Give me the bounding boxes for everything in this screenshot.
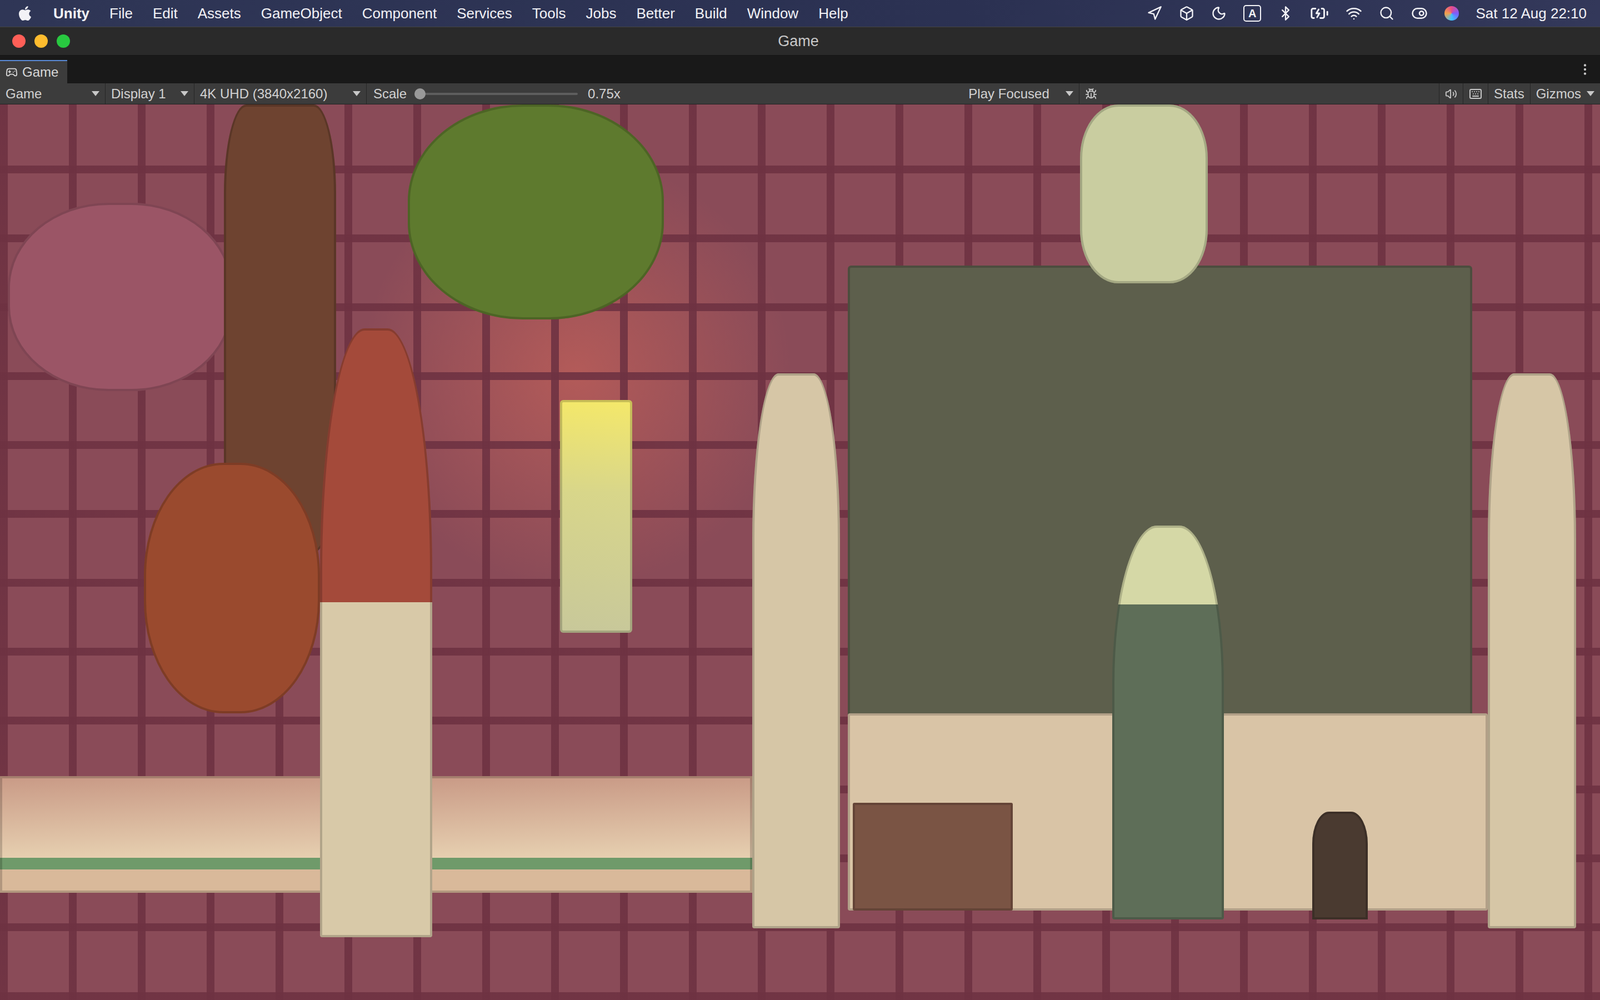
red-tower bbox=[320, 328, 433, 938]
scale-reading: 0.75x bbox=[587, 86, 621, 102]
slider-thumb[interactable] bbox=[414, 88, 426, 100]
menu-bar: Unity File Edit Assets GameObject Component Se… bbox=[0, 0, 1600, 27]
clock[interactable]: Sat 12 Aug 22:10 bbox=[1475, 5, 1587, 23]
shortcuts-button[interactable] bbox=[1462, 83, 1488, 104]
menu-item[interactable]: GameObject bbox=[261, 5, 343, 23]
screen: Unity File Edit Assets GameObject Component Se… bbox=[0, 0, 1600, 1000]
debug-button[interactable] bbox=[1079, 83, 1103, 104]
gamepad-icon bbox=[5, 66, 18, 79]
keyboard-icon[interactable] bbox=[1468, 87, 1483, 101]
menu-item[interactable]: Jobs bbox=[586, 5, 617, 23]
castle-chimney bbox=[1080, 104, 1208, 284]
menu-item[interactable]: Services bbox=[456, 5, 513, 23]
center-tower bbox=[1112, 525, 1225, 920]
app-menu[interactable]: Unity bbox=[53, 5, 90, 23]
scale-control: Scale 0.75x bbox=[366, 83, 628, 104]
wifi-icon[interactable] bbox=[1345, 5, 1363, 22]
location-icon[interactable] bbox=[1146, 5, 1163, 22]
close-icon[interactable] bbox=[12, 34, 26, 48]
menu-item[interactable]: Window bbox=[747, 5, 799, 23]
minimize-icon[interactable] bbox=[34, 34, 48, 48]
control-center-icon[interactable] bbox=[1411, 5, 1428, 22]
menu-item[interactable]: File bbox=[109, 5, 133, 23]
title-bar: Game bbox=[0, 26, 1600, 56]
green-tree bbox=[407, 104, 664, 320]
apple-icon[interactable] bbox=[16, 5, 34, 22]
scale-label: Scale bbox=[373, 86, 407, 102]
resolution-dropdown[interactable]: 4K UHD (3840x2160) bbox=[194, 83, 367, 104]
unity-icon[interactable] bbox=[1178, 5, 1195, 22]
speaker-icon[interactable] bbox=[1445, 87, 1458, 100]
menu-item[interactable]: Component bbox=[362, 5, 437, 23]
menu-item[interactable]: Help bbox=[818, 5, 848, 23]
menu-item[interactable]: Assets bbox=[197, 5, 242, 23]
toolbar-button[interactable]: Stats bbox=[1487, 83, 1530, 104]
game-view-rendered-scene[interactable] bbox=[0, 104, 1600, 1000]
input-source[interactable]: A bbox=[1243, 5, 1262, 22]
tab[interactable]: Game bbox=[0, 60, 68, 84]
menu-item[interactable]: Tools bbox=[532, 5, 567, 23]
menu-item[interactable]: Build bbox=[695, 5, 728, 23]
menu-item[interactable]: Better bbox=[636, 5, 675, 23]
door bbox=[1312, 811, 1369, 919]
more-icon[interactable] bbox=[1577, 62, 1593, 77]
siri-icon[interactable] bbox=[1444, 6, 1459, 21]
view-dropdown[interactable]: Game bbox=[0, 83, 106, 104]
scale-slider[interactable] bbox=[416, 92, 578, 95]
window-title: Game bbox=[70, 32, 1527, 50]
wooden-crate bbox=[852, 802, 1013, 910]
mute-button[interactable] bbox=[1438, 83, 1463, 104]
menu-item[interactable]: Edit bbox=[152, 5, 178, 23]
search-icon[interactable] bbox=[1378, 5, 1395, 22]
bluetooth-icon[interactable] bbox=[1277, 5, 1294, 22]
toolbar-button[interactable]: Gizmos bbox=[1530, 83, 1600, 104]
tab-bar: Game bbox=[0, 55, 1600, 84]
orange-tree bbox=[143, 462, 320, 714]
candle-stack bbox=[560, 400, 633, 633]
tab-menu[interactable] bbox=[1577, 62, 1593, 77]
play-mode-dropdown[interactable]: Play Focused bbox=[962, 83, 1080, 104]
right-tower bbox=[1487, 373, 1576, 929]
focus-icon[interactable] bbox=[1211, 5, 1227, 22]
bug-icon[interactable] bbox=[1085, 87, 1098, 100]
battery-icon[interactable] bbox=[1310, 3, 1329, 23]
zoom-icon[interactable] bbox=[56, 34, 70, 48]
display-dropdown[interactable]: Display 1 bbox=[105, 83, 195, 104]
pink-tree bbox=[7, 202, 232, 392]
left-tower bbox=[752, 373, 840, 929]
game-toolbar: GameDisplay 14K UHD (3840x2160) Scale 0.75… bbox=[0, 83, 1600, 105]
